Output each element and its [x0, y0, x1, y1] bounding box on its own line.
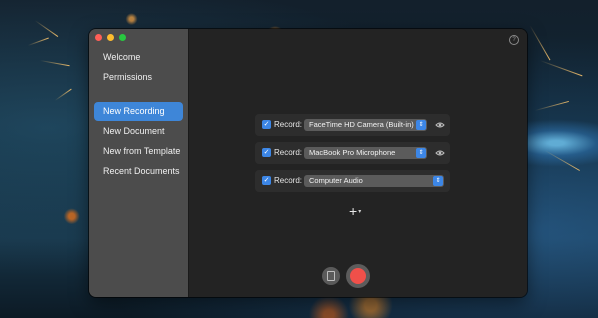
chevron-down-icon: ▾: [358, 209, 362, 216]
camera-source-value: FaceTime HD Camera (Built-in): [309, 120, 414, 129]
record-button[interactable]: [346, 264, 370, 288]
zoom-window-button[interactable]: [119, 34, 126, 41]
main-panel: ? ✓ Record: FaceTime HD Camera (Built-in…: [189, 29, 527, 297]
record-computer-audio-label: Record:: [274, 176, 303, 185]
microphone-source-value: MacBook Pro Microphone: [309, 148, 396, 157]
add-source-button[interactable]: +▾: [349, 203, 362, 219]
wallpaper-spark: [54, 88, 72, 101]
sidebar-item-welcome[interactable]: Welcome: [94, 48, 183, 67]
computer-audio-source-value: Computer Audio: [309, 176, 363, 185]
popup-chevron-icon: ⇕: [433, 176, 443, 186]
window-controls: [95, 34, 126, 41]
sidebar-item-recent-documents[interactable]: Recent Documents: [94, 162, 183, 181]
question-circle-icon[interactable]: ?: [509, 35, 519, 45]
sidebar-item-new-recording[interactable]: New Recording: [94, 102, 183, 121]
camera-source-popup[interactable]: FaceTime HD Camera (Built-in) ⇕: [304, 119, 427, 131]
wallpaper-spark: [529, 25, 551, 61]
record-camera-checkbox[interactable]: ✓: [262, 120, 271, 129]
record-computer-audio-row: ✓ Record: Computer Audio ⇕: [255, 170, 450, 192]
filmstrip-button[interactable]: [322, 267, 340, 285]
eye-icon[interactable]: [435, 120, 445, 130]
record-camera-label: Record:: [274, 120, 303, 129]
filmstrip-icon: [327, 271, 335, 281]
popup-chevron-icon: ⇕: [416, 120, 426, 130]
wallpaper-spark: [544, 150, 580, 171]
sidebar-item-new-document[interactable]: New Document: [94, 122, 183, 141]
record-icon: [350, 268, 366, 284]
record-microphone-label: Record:: [274, 148, 303, 157]
microphone-source-popup[interactable]: MacBook Pro Microphone ⇕: [304, 147, 427, 159]
eye-icon[interactable]: [435, 148, 445, 158]
record-computer-audio-checkbox[interactable]: ✓: [262, 176, 271, 185]
record-microphone-row: ✓ Record: MacBook Pro Microphone ⇕: [255, 142, 450, 164]
wallpaper-spark: [27, 37, 49, 46]
minimize-window-button[interactable]: [107, 34, 114, 41]
sidebar: Welcome Permissions New Recording New Do…: [89, 29, 189, 297]
close-window-button[interactable]: [95, 34, 102, 41]
record-microphone-checkbox[interactable]: ✓: [262, 148, 271, 157]
wallpaper-spark: [39, 60, 70, 67]
popup-chevron-icon: ⇕: [416, 148, 426, 158]
record-camera-row: ✓ Record: FaceTime HD Camera (Built-in) …: [255, 114, 450, 136]
sidebar-item-new-from-template[interactable]: New from Template: [94, 142, 183, 161]
app-window: Welcome Permissions New Recording New Do…: [89, 29, 527, 297]
plus-icon: +: [349, 203, 358, 219]
wallpaper-spark: [539, 60, 583, 77]
wallpaper-spark: [34, 20, 59, 37]
wallpaper-spark: [534, 100, 569, 111]
sidebar-item-permissions[interactable]: Permissions: [94, 68, 183, 87]
computer-audio-source-popup[interactable]: Computer Audio ⇕: [304, 175, 444, 187]
